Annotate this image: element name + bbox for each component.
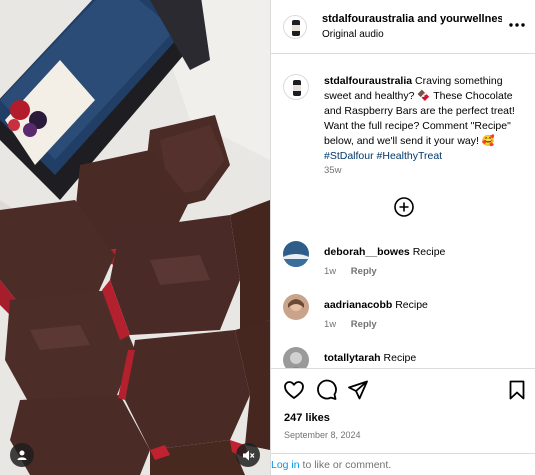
speaker-muted-icon (242, 450, 254, 460)
action-bar (271, 368, 535, 410)
post-details-panel: stdalfouraustralia and yourwellnes Origi… (270, 0, 535, 475)
user-icon (17, 450, 27, 460)
share-send-icon[interactable] (347, 379, 369, 401)
login-prompt: Log in to like or comment. (271, 453, 535, 475)
audio-label[interactable]: Original audio (322, 29, 384, 40)
post-date: September 8, 2024 (284, 430, 361, 440)
reply-button[interactable]: Reply (351, 319, 377, 330)
comment-text: Recipe (383, 352, 417, 364)
jar-logo-icon (293, 80, 301, 96)
jar-logo-icon (292, 20, 300, 36)
login-prompt-text: to like or comment. (299, 459, 392, 471)
comment-age: 1w (324, 319, 337, 330)
comment-item: deborah__bowes Recipe 1w Reply (283, 241, 533, 285)
author-avatar[interactable] (283, 15, 307, 39)
login-link[interactable]: Log in (271, 459, 300, 471)
more-options-icon[interactable] (507, 17, 527, 33)
caption-text: stdalfouraustralia Craving something swe… (324, 74, 529, 164)
likes-count[interactable]: 247 likes (284, 412, 330, 424)
comment-text: Recipe (395, 299, 428, 311)
comment-username[interactable]: totallytarah (324, 352, 381, 364)
caption-age: 35w (324, 165, 342, 176)
caption-hashtags[interactable]: #StDalfour #HealthyTreat (324, 150, 442, 162)
comment-item: aadrianacobb Recipe 1w Reply (283, 294, 533, 338)
post-header: stdalfouraustralia and yourwellnes Origi… (271, 0, 535, 54)
tagged-users-button[interactable] (10, 443, 34, 467)
comment-age: 1w (324, 266, 337, 277)
save-bookmark-icon[interactable] (506, 379, 528, 401)
mute-button[interactable] (236, 443, 260, 467)
landscape-avatar-icon (283, 241, 309, 267)
comment-username[interactable]: aadrianacobb (324, 299, 392, 311)
post-photo (0, 0, 270, 475)
reply-button[interactable]: Reply (351, 266, 377, 277)
commenter-avatar[interactable] (283, 294, 309, 320)
author-names[interactable]: stdalfouraustralia and yourwellnes (322, 13, 502, 25)
caption-username[interactable]: stdalfouraustralia (324, 75, 412, 87)
person-avatar-icon (283, 294, 309, 320)
raspberry-fruit (10, 100, 30, 120)
comment-username[interactable]: deborah__bowes (324, 246, 410, 258)
post-media[interactable] (0, 0, 270, 475)
commenter-avatar[interactable] (283, 241, 309, 267)
comment-text: Recipe (412, 246, 446, 258)
comment-bubble-icon[interactable] (315, 379, 337, 401)
load-more-comments-icon[interactable] (393, 196, 415, 218)
caption-avatar[interactable] (283, 74, 309, 100)
like-heart-icon[interactable] (283, 379, 305, 401)
